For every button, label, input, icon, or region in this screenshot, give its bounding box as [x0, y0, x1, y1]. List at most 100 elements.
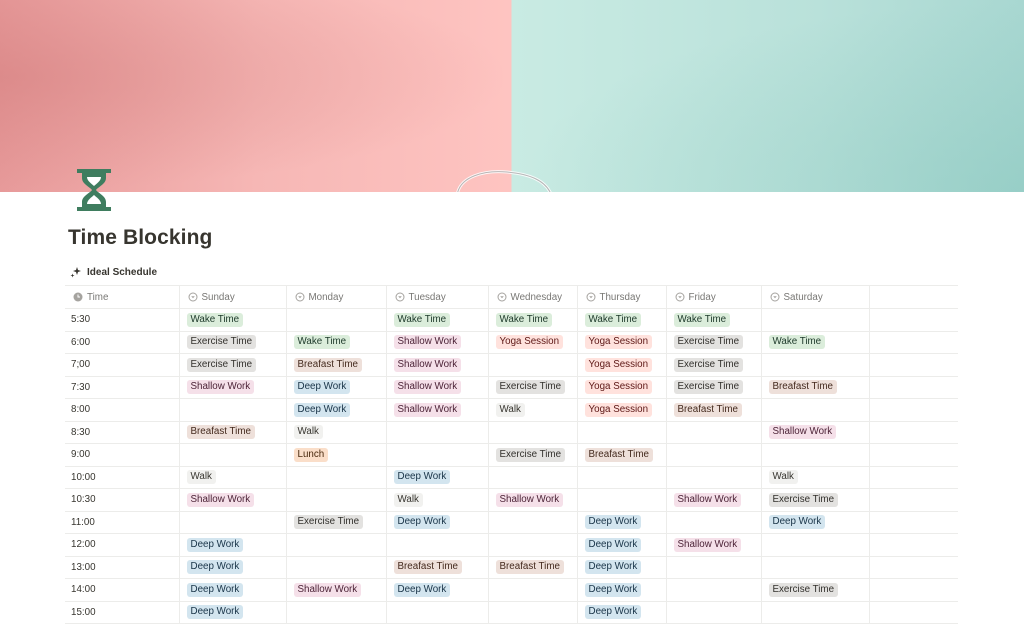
schedule-cell[interactable]: Deep Work	[577, 511, 667, 534]
schedule-cell[interactable]	[286, 601, 387, 624]
schedule-cell[interactable]	[386, 533, 489, 557]
schedule-cell[interactable]: Deep Work	[179, 533, 287, 557]
schedule-cell[interactable]: Shallow Work	[179, 488, 287, 512]
schedule-cell[interactable]: Shallow Work	[666, 488, 762, 512]
schedule-cell[interactable]	[386, 601, 489, 624]
schedule-cell[interactable]: Shallow Work	[386, 331, 489, 354]
schedule-cell[interactable]: Deep Work	[386, 578, 489, 602]
schedule-cell[interactable]: Deep Work	[179, 556, 287, 579]
schedule-cell[interactable]: Exercise Time	[488, 376, 578, 399]
table-row[interactable]: 7;00 Exercise Time Breafast Time Shallow Wo…	[65, 353, 958, 377]
schedule-cell[interactable]: Wake Time	[179, 308, 287, 332]
table-row[interactable]: 13:00 Deep Work Breafast Time Breafast Time…	[65, 556, 958, 579]
schedule-cell[interactable]: Deep Work	[761, 511, 870, 534]
schedule-cell[interactable]	[286, 533, 387, 557]
schedule-cell[interactable]	[761, 533, 870, 557]
view-tab-ideal-schedule[interactable]: Ideal Schedule	[70, 264, 157, 280]
schedule-cell[interactable]	[179, 398, 287, 422]
table-row[interactable]: 14:00 Deep Work Shallow Work Deep Work Deep …	[65, 578, 958, 602]
schedule-cell[interactable]	[488, 578, 578, 602]
time-cell[interactable]: 7:30	[65, 376, 180, 399]
schedule-cell[interactable]: Walk	[761, 466, 870, 489]
schedule-cell[interactable]: Exercise Time	[761, 578, 870, 602]
schedule-cell[interactable]	[488, 353, 578, 377]
schedule-cell[interactable]: Deep Work	[577, 556, 667, 579]
schedule-cell[interactable]: Walk	[179, 466, 287, 489]
schedule-cell[interactable]: Wake Time	[286, 331, 387, 354]
schedule-cell[interactable]	[666, 578, 762, 602]
time-cell[interactable]: 11:00	[65, 511, 180, 534]
schedule-cell[interactable]: Wake Time	[488, 308, 578, 332]
schedule-cell[interactable]: Exercise Time	[761, 488, 870, 512]
schedule-cell[interactable]: Shallow Work	[666, 533, 762, 557]
schedule-cell[interactable]	[488, 466, 578, 489]
schedule-cell[interactable]	[286, 466, 387, 489]
schedule-cell[interactable]	[666, 421, 762, 444]
schedule-cell[interactable]: Exercise Time	[179, 353, 287, 377]
time-cell[interactable]: 10:00	[65, 466, 180, 489]
schedule-cell[interactable]: Yoga Session	[577, 376, 667, 399]
schedule-cell[interactable]: Deep Work	[386, 466, 489, 489]
hourglass-icon[interactable]	[76, 168, 112, 212]
table-row[interactable]: 8:30 Breafast Time Walk Shallow Work	[65, 421, 958, 444]
schedule-cell[interactable]	[761, 556, 870, 579]
time-cell[interactable]: 12:00	[65, 533, 180, 557]
schedule-cell[interactable]	[488, 601, 578, 624]
schedule-cell[interactable]: Walk	[386, 488, 489, 512]
time-cell[interactable]: 8:00	[65, 398, 180, 422]
schedule-cell[interactable]: Wake Time	[386, 308, 489, 332]
schedule-cell[interactable]: Deep Work	[386, 511, 489, 534]
table-row[interactable]: 6:00 Exercise Time Wake Time Shallow Work Yo…	[65, 331, 958, 354]
table-row[interactable]: 7:30 Shallow Work Deep Work Shallow Work Exe…	[65, 376, 958, 399]
schedule-cell[interactable]: Shallow Work	[386, 353, 489, 377]
schedule-cell[interactable]	[761, 353, 870, 377]
page-cover[interactable]	[0, 0, 1024, 192]
column-header-wednesday[interactable]: Wednesday	[488, 285, 578, 309]
schedule-cell[interactable]	[286, 308, 387, 332]
schedule-cell[interactable]	[666, 601, 762, 624]
schedule-cell[interactable]: Exercise Time	[179, 331, 287, 354]
schedule-cell[interactable]	[666, 511, 762, 534]
schedule-cell[interactable]: Shallow Work	[761, 421, 870, 444]
table-row[interactable]: 8:00 Deep Work Shallow Work Walk Yoga Sessio…	[65, 398, 958, 422]
schedule-cell[interactable]: Shallow Work	[386, 376, 489, 399]
schedule-cell[interactable]: Wake Time	[761, 331, 870, 354]
schedule-cell[interactable]	[488, 421, 578, 444]
time-cell[interactable]: 5:30	[65, 308, 180, 332]
time-cell[interactable]: 14:00	[65, 578, 180, 602]
table-row[interactable]: 12:00 Deep Work Deep Work Shallow Work	[65, 533, 958, 557]
table-row[interactable]: 15:00 Deep Work Deep Work	[65, 601, 958, 624]
schedule-cell[interactable]: Breafast Time	[666, 398, 762, 422]
schedule-cell[interactable]: Shallow Work	[179, 376, 287, 399]
time-cell[interactable]: 8:30	[65, 421, 180, 444]
schedule-cell[interactable]: Deep Work	[179, 601, 287, 624]
schedule-cell[interactable]: Wake Time	[577, 308, 667, 332]
schedule-cell[interactable]	[488, 511, 578, 534]
schedule-cell[interactable]: Deep Work	[286, 398, 387, 422]
schedule-cell[interactable]	[286, 556, 387, 579]
schedule-cell[interactable]	[761, 398, 870, 422]
time-cell[interactable]: 10:30	[65, 488, 180, 512]
schedule-cell[interactable]	[488, 533, 578, 557]
table-row[interactable]: 5:30 Wake Time Wake Time Wake Time Wake Time…	[65, 308, 958, 332]
column-header-time[interactable]: Time	[65, 285, 180, 309]
schedule-cell[interactable]: Breafast Time	[179, 421, 287, 444]
schedule-cell[interactable]: Shallow Work	[386, 398, 489, 422]
schedule-cell[interactable]	[761, 601, 870, 624]
schedule-cell[interactable]	[286, 488, 387, 512]
schedule-cell[interactable]: Wake Time	[666, 308, 762, 332]
schedule-cell[interactable]	[761, 443, 870, 467]
table-row[interactable]: 10:00 Walk Deep Work Walk	[65, 466, 958, 489]
schedule-cell[interactable]: Yoga Session	[577, 353, 667, 377]
schedule-cell[interactable]	[577, 488, 667, 512]
schedule-cell[interactable]	[179, 511, 287, 534]
schedule-cell[interactable]	[666, 556, 762, 579]
schedule-cell[interactable]: Walk	[286, 421, 387, 444]
schedule-cell[interactable]: Deep Work	[577, 533, 667, 557]
schedule-cell[interactable]: Exercise Time	[666, 376, 762, 399]
schedule-cell[interactable]: Shallow Work	[488, 488, 578, 512]
schedule-cell[interactable]	[666, 466, 762, 489]
table-row[interactable]: 9:00 Lunch Exercise Time Breafast Time	[65, 443, 958, 467]
schedule-cell[interactable]: Breafast Time	[577, 443, 667, 467]
time-cell[interactable]: 15:00	[65, 601, 180, 624]
